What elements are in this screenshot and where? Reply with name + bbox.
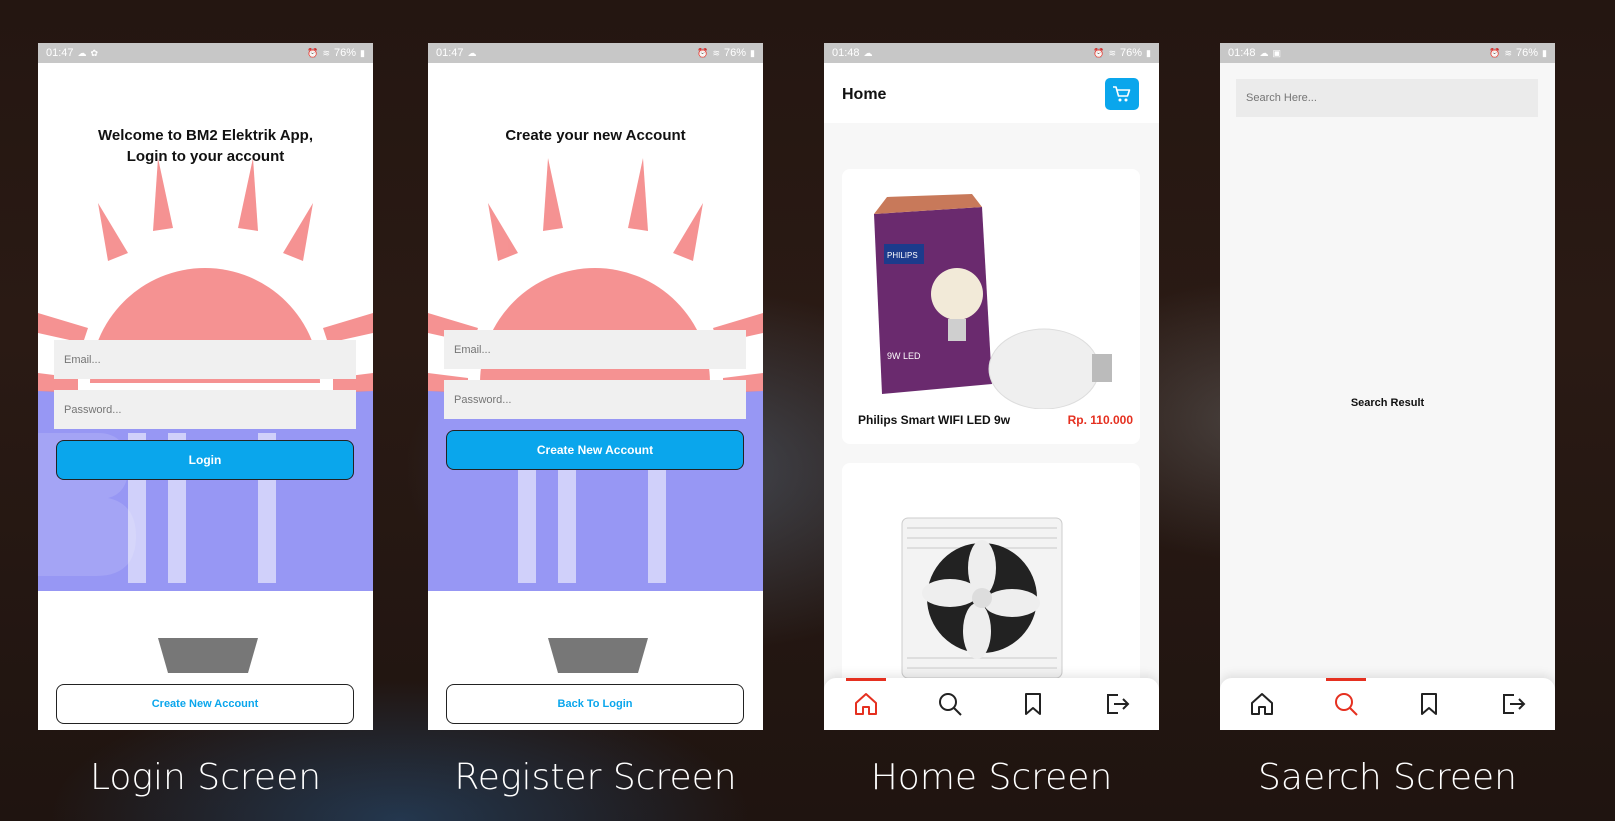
- cloud-icon: ☁: [77, 47, 87, 58]
- page-title: Home: [842, 86, 887, 103]
- password-field[interactable]: [54, 390, 356, 429]
- register-phone: 01:47☁ ⏰≋76%▮ Create your new Account Cr…: [428, 43, 763, 730]
- home-caption: Home Screen: [870, 757, 1113, 798]
- search-phone: 01:48☁▣ ⏰≋76%▮ Search Result: [1220, 43, 1555, 730]
- login-button[interactable]: Login: [56, 440, 354, 480]
- bottom-nav: [1220, 678, 1555, 730]
- battery-level: 76%: [334, 47, 357, 59]
- status-time: 01:47: [436, 47, 464, 59]
- product-image: [901, 517, 1063, 679]
- product-card[interactable]: PHILIPS 9W LED Philips Smart WIFI LED 9w…: [842, 169, 1140, 444]
- nav-home[interactable]: [1232, 678, 1292, 730]
- login-phone: 01:47 ☁ ✿ ⏰ ≋ 76% ▮ Welcome to BM2 Elektrik A…: [38, 43, 373, 730]
- alarm-icon: ⏰: [1093, 47, 1105, 58]
- cloud-icon: ☁: [863, 47, 873, 58]
- back-to-login-button[interactable]: Back To Login: [446, 684, 744, 724]
- search-icon: [1334, 693, 1358, 716]
- product-image: PHILIPS 9W LED: [874, 194, 1112, 409]
- email-field[interactable]: [54, 340, 356, 379]
- box-wattage-text: 9W LED: [887, 351, 921, 361]
- search-icon: [938, 693, 962, 716]
- nav-logout[interactable]: [1483, 678, 1543, 730]
- bookmark-icon: [1025, 693, 1042, 715]
- cart-icon: [1113, 86, 1131, 102]
- nav-search[interactable]: [920, 678, 980, 730]
- wifi-icon: ≋: [1504, 47, 1513, 58]
- alarm-icon: ⏰: [307, 47, 319, 58]
- battery-icon: ▮: [1146, 47, 1151, 58]
- register-caption: Register Screen: [454, 757, 737, 798]
- home-icon: [1250, 693, 1273, 715]
- search-input[interactable]: [1236, 79, 1538, 117]
- status-time: 01:48: [832, 47, 860, 59]
- nav-search[interactable]: [1316, 678, 1376, 730]
- wifi-icon: ≋: [322, 47, 331, 58]
- status-bar: 01:48 ☁ ⏰ ≋ 76% ▮: [824, 43, 1159, 63]
- logout-icon: [1503, 694, 1526, 714]
- battery-icon: ▮: [750, 47, 755, 58]
- battery-level: 76%: [1120, 47, 1143, 59]
- product-price: Rp. 110.000: [1067, 413, 1133, 427]
- search-caption: Saerch Screen: [1258, 757, 1517, 798]
- product-name: Philips Smart WIFI LED 9w: [858, 413, 1011, 427]
- login-caption: Login Screen: [89, 757, 322, 798]
- nav-bookmark[interactable]: [1003, 678, 1063, 730]
- create-account-button[interactable]: Create New Account: [446, 430, 744, 470]
- welcome-title: Welcome to BM2 Elektrik App, Login to yo…: [97, 127, 314, 165]
- cloud-icon: ☁: [1259, 47, 1269, 58]
- wifi-icon: ≋: [712, 47, 721, 58]
- status-time: 01:48: [1228, 47, 1256, 59]
- cart-button[interactable]: [1105, 78, 1139, 110]
- logout-icon: [1107, 694, 1130, 714]
- battery-icon: ▮: [360, 47, 365, 58]
- home-phone: 01:48 ☁ ⏰ ≋ 76% ▮ Home PHILIPS 9W LED Ph…: [824, 43, 1159, 730]
- image-status-icon: ▣: [1272, 47, 1282, 58]
- home-icon: [854, 693, 877, 715]
- product-list[interactable]: PHILIPS 9W LED Philips Smart WIFI LED 9w…: [824, 123, 1159, 723]
- bookmark-icon: [1421, 693, 1438, 715]
- register-title: Create your new Account: [505, 127, 686, 144]
- status-bar: 01:47 ☁ ⏰ ≋ 76% ▮: [428, 43, 763, 63]
- alarm-icon: ⏰: [697, 47, 709, 58]
- password-field[interactable]: [444, 380, 746, 419]
- create-account-button[interactable]: Create New Account: [56, 684, 354, 724]
- nav-bookmark[interactable]: [1399, 678, 1459, 730]
- status-bar: 01:48 ☁ ▣ ⏰ ≋ 76% ▮: [1220, 43, 1555, 63]
- status-bar: 01:47 ☁ ✿ ⏰ ≋ 76% ▮: [38, 43, 373, 63]
- nav-home[interactable]: [836, 678, 896, 730]
- battery-level: 76%: [1516, 47, 1539, 59]
- search-result-text: Search Result: [1350, 397, 1425, 409]
- alarm-icon: ⏰: [1489, 47, 1501, 58]
- settings-status-icon: ✿: [90, 47, 99, 58]
- nav-logout[interactable]: [1087, 678, 1147, 730]
- cloud-icon: ☁: [467, 47, 477, 58]
- box-brand-text: PHILIPS: [887, 251, 918, 260]
- battery-icon: ▮: [1542, 47, 1547, 58]
- status-time: 01:47: [46, 47, 74, 59]
- email-field[interactable]: [444, 330, 746, 369]
- bottom-nav: [824, 678, 1159, 730]
- wifi-icon: ≋: [1108, 47, 1117, 58]
- home-header: Home: [824, 63, 1159, 123]
- battery-level: 76%: [724, 47, 747, 59]
